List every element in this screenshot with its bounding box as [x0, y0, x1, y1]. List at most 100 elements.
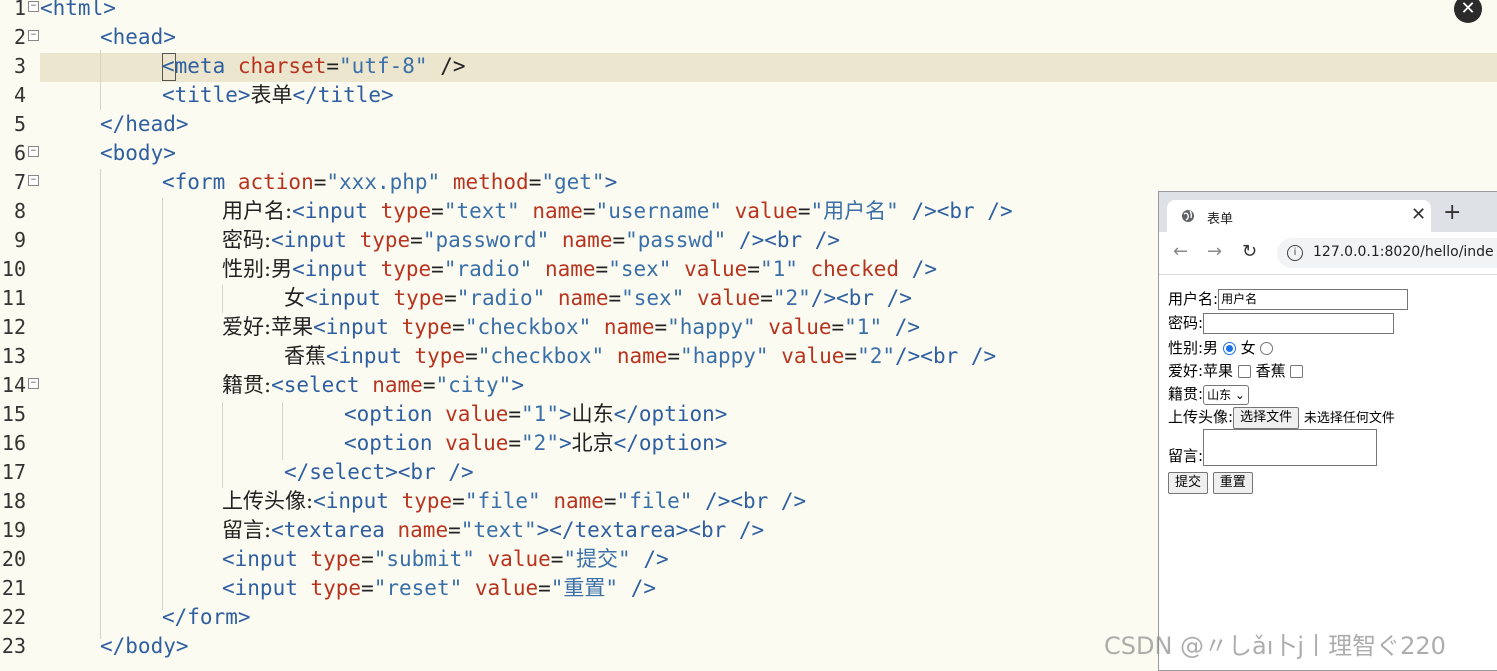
browser-toolbar: ← → ↻ i 127.0.0.1:8020/hello/inde — [1159, 232, 1497, 275]
hobby-banana-checkbox[interactable] — [1290, 365, 1304, 378]
message-label: 留言: — [1168, 447, 1204, 465]
code-text: </form> — [162, 605, 251, 629]
code-line[interactable]: 3 <meta charset="utf-8" /> — [0, 52, 1497, 81]
code-text: 留言:<textarea name="text"></textarea><br … — [222, 518, 765, 542]
info-icon[interactable]: i — [1287, 245, 1303, 261]
city-row: 籍贯: 山东 ⌄ — [1168, 383, 1249, 405]
code-text: <meta charset="utf-8" /> — [162, 54, 466, 78]
code-text: <html> — [40, 0, 116, 20]
line-number: 9 — [13, 228, 26, 252]
reload-icon[interactable]: ↻ — [1242, 243, 1257, 261]
line-number: 20 — [1, 547, 26, 571]
submit-button[interactable]: 提交 — [1168, 472, 1209, 494]
gender-female-radio[interactable] — [1260, 342, 1274, 355]
tab-close-icon[interactable]: ✕ — [1411, 204, 1426, 225]
line-number: 22 — [1, 605, 26, 629]
line-number: 4 — [13, 83, 26, 107]
message-row: 留言: — [1168, 429, 1378, 466]
hobby-row: 爱好:苹果 香蕉 — [1168, 360, 1304, 381]
code-text: </select><br /> — [284, 460, 474, 484]
line-number: 14 — [1, 373, 26, 397]
code-text: 籍贯:<select name="city"> — [222, 373, 524, 397]
code-text: </body> — [100, 634, 189, 658]
code-text: <head> — [100, 25, 176, 49]
line-number: 11 — [1, 286, 26, 310]
fold-toggle-icon[interactable]: − — [28, 378, 39, 389]
code-text: <input type="submit" value="提交" /> — [222, 547, 669, 571]
username-label: 用户名: — [1168, 290, 1219, 308]
message-textarea[interactable] — [1203, 429, 1378, 466]
address-bar[interactable]: i 127.0.0.1:8020/hello/inde — [1277, 238, 1497, 268]
code-text: </head> — [100, 112, 189, 136]
new-tab-icon[interactable]: + — [1443, 202, 1461, 224]
tab-strip: 表单 ✕ + — [1159, 192, 1497, 232]
code-text: <option value="2">北京</option> — [344, 431, 728, 455]
code-text: <title>表单</title> — [162, 83, 394, 107]
fold-toggle-icon[interactable]: − — [28, 146, 39, 157]
line-number: 5 — [13, 112, 26, 136]
code-text: 爱好:苹果<input type="checkbox" name="happy"… — [222, 315, 921, 339]
fold-toggle-icon[interactable]: − — [28, 175, 39, 186]
line-number: 2 — [13, 25, 26, 49]
code-text: <body> — [100, 141, 176, 165]
line-number: 18 — [1, 489, 26, 513]
forward-arrow-icon[interactable]: → — [1207, 243, 1222, 261]
gender-row: 性别:男 女 — [1168, 337, 1274, 358]
code-line[interactable]: 6 − <body> — [0, 139, 1497, 168]
choose-file-button[interactable]: 选择文件 — [1233, 406, 1300, 429]
hobby-label: 爱好:苹果 — [1168, 362, 1234, 380]
code-line[interactable]: 4 <title>表单</title> — [0, 81, 1497, 110]
line-number: 6 — [13, 141, 26, 165]
tab-title: 表单 — [1207, 212, 1234, 227]
line-number: 10 — [1, 257, 26, 281]
code-text: 女<input type="radio" name="sex" value="2… — [284, 286, 912, 310]
browser-tab[interactable]: 表单 ✕ — [1167, 200, 1431, 232]
button-row: 提交 重置 — [1168, 472, 1253, 494]
hobby-banana-label: 香蕉 — [1255, 362, 1286, 380]
fold-toggle-icon[interactable]: − — [28, 1, 39, 12]
password-row: 密码: — [1168, 312, 1395, 334]
reset-button[interactable]: 重置 — [1212, 472, 1253, 494]
line-number: 19 — [1, 518, 26, 542]
code-line[interactable]: 1 − <html> — [0, 0, 1497, 23]
code-line[interactable]: 5 </head> — [0, 110, 1497, 139]
code-text: <form action="xxx.php" method="get"> — [162, 170, 618, 194]
gender-female-label: 女 — [1240, 339, 1256, 357]
file-status-text: 未选择任何文件 — [1303, 411, 1395, 426]
fold-toggle-icon[interactable]: − — [28, 30, 39, 41]
code-text: 性别:男<input type="radio" name="sex" value… — [222, 257, 937, 281]
gender-label: 性别:男 — [1168, 339, 1219, 357]
code-line[interactable]: 2 − <head> — [0, 23, 1497, 52]
line-number: 21 — [1, 576, 26, 600]
city-selected-value: 山东 — [1207, 387, 1232, 402]
line-number: 1 — [13, 0, 26, 20]
code-text: 香蕉<input type="checkbox" name="happy" va… — [284, 344, 997, 368]
watermark: CSDN @〃しǎı卜j丨理智ぐ220 — [1104, 632, 1446, 660]
username-row: 用户名: 用户名 — [1168, 288, 1409, 310]
address-url[interactable]: 127.0.0.1:8020/hello/inde — [1313, 244, 1494, 260]
username-input[interactable]: 用户名 — [1218, 289, 1409, 310]
line-number: 3 — [13, 54, 26, 78]
chevron-down-icon: ⌄ — [1234, 387, 1245, 402]
line-number: 15 — [1, 402, 26, 426]
hobby-apple-checkbox[interactable] — [1237, 365, 1251, 378]
password-label: 密码: — [1168, 314, 1204, 332]
line-number: 13 — [1, 344, 26, 368]
browser-preview-window[interactable]: 表单 ✕ + ← → ↻ i 127.0.0.1:8020/hello/inde… — [1158, 191, 1497, 671]
line-number: 12 — [1, 315, 26, 339]
line-number: 8 — [13, 199, 26, 223]
line-number: 23 — [1, 634, 26, 658]
globe-icon — [1182, 210, 1194, 222]
avatar-row: 上传头像: 选择文件 未选择任何文件 — [1168, 406, 1395, 429]
back-arrow-icon[interactable]: ← — [1173, 243, 1188, 261]
line-number: 16 — [1, 431, 26, 455]
code-text: 用户名:<input type="text" name="username" v… — [222, 199, 1013, 223]
line-number: 17 — [1, 460, 26, 484]
city-select[interactable]: 山东 ⌄ — [1203, 384, 1249, 405]
line-number: 7 — [13, 170, 26, 194]
code-text: <option value="1">山东</option> — [344, 402, 728, 426]
gender-male-radio[interactable] — [1222, 342, 1236, 355]
code-text: <input type="reset" value="重置" /> — [222, 576, 656, 600]
code-text: 密码:<input type="password" name="passwd" … — [222, 228, 841, 252]
password-input[interactable] — [1203, 313, 1395, 334]
